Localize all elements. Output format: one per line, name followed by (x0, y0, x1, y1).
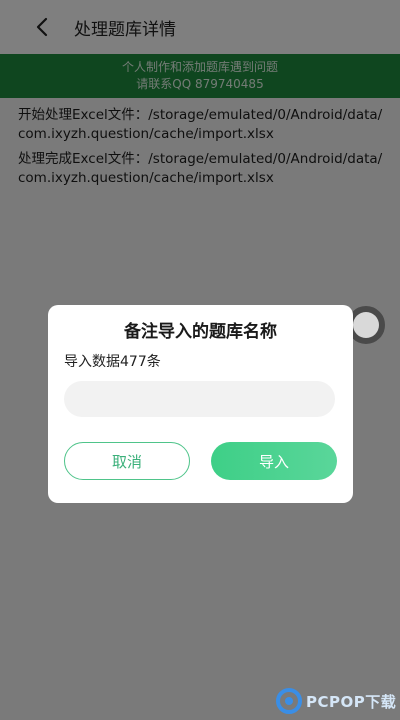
import-button[interactable]: 导入 (211, 442, 337, 480)
dialog-title: 备注导入的题库名称 (124, 322, 277, 342)
import-name-dialog: 备注导入的题库名称 导入数据477条 取消 导入 (48, 305, 353, 503)
pcpop-logo-icon (276, 688, 302, 714)
watermark-text: PCPOP下载 (306, 692, 397, 711)
import-count-text: 导入数据477条 (64, 354, 161, 370)
floating-ball-icon (353, 312, 379, 338)
watermark: PCPOP下载 (276, 684, 396, 718)
cancel-button[interactable]: 取消 (64, 442, 190, 480)
bank-name-input[interactable] (64, 381, 335, 417)
